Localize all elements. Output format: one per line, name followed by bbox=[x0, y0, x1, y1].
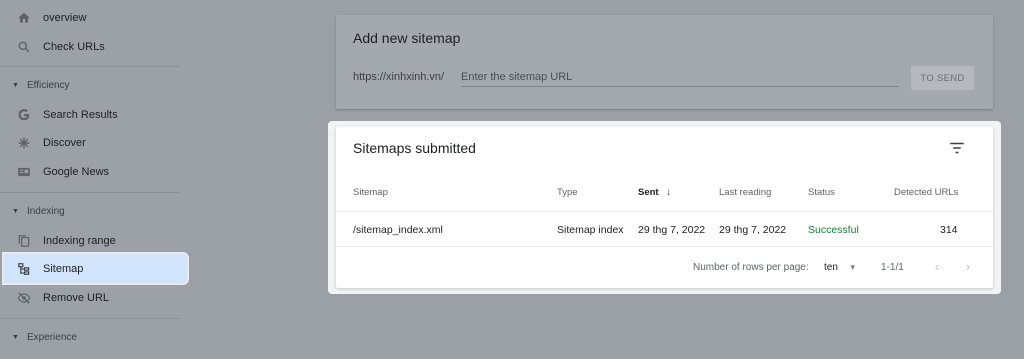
section-experience[interactable]: ▼ Experience bbox=[0, 323, 180, 351]
sitemap-icon bbox=[17, 262, 31, 276]
column-header-label: Sent bbox=[638, 187, 659, 198]
sidebar-item-label: Discover bbox=[43, 136, 86, 149]
column-header-sent[interactable]: Sent ↓ bbox=[638, 187, 671, 198]
sidebar-item-label: Google News bbox=[43, 165, 110, 178]
sidebar-divider bbox=[0, 192, 180, 193]
sidebar-item-overview[interactable]: overview bbox=[0, 3, 186, 32]
cell-sent: 29 thg 7, 2022 bbox=[638, 224, 706, 236]
section-efficiency[interactable]: ▼ Efficiency bbox=[0, 71, 180, 99]
sitemap-url-input[interactable] bbox=[461, 67, 899, 87]
eye-off-icon bbox=[17, 291, 31, 305]
sitemaps-submitted-card: Sitemaps submitted Sitemap Type Sent ↓ L… bbox=[336, 127, 993, 288]
caret-down-icon: ▼ bbox=[848, 263, 857, 272]
sidebar-item-label: Search Results bbox=[43, 108, 118, 121]
row-divider bbox=[336, 211, 993, 212]
caret-down-icon: ▼ bbox=[12, 207, 19, 215]
sidebar-item-sitemap[interactable]: Sitemap bbox=[4, 254, 187, 283]
sidebar-item-label: Check URLs bbox=[43, 40, 105, 53]
send-button[interactable]: TO SEND bbox=[911, 66, 974, 90]
rows-per-page-value: ten bbox=[824, 262, 838, 273]
section-label: Experience bbox=[26, 331, 77, 343]
sidebar-item-label: overview bbox=[43, 11, 87, 24]
google-g-icon bbox=[17, 108, 31, 122]
arrow-down-icon: ↓ bbox=[666, 187, 671, 198]
news-icon bbox=[17, 165, 31, 179]
cell-detected-urls: 314 bbox=[940, 224, 958, 236]
caret-down-icon: ▼ bbox=[12, 333, 19, 341]
sidebar-item-google-news[interactable]: Google News bbox=[0, 157, 186, 186]
rows-per-page-select[interactable]: ten ▼ bbox=[824, 262, 857, 273]
domain-prefix: https://xinhxinh.vn/ bbox=[353, 71, 445, 83]
prev-page-icon[interactable]: ‹ bbox=[930, 260, 944, 274]
sidebar: overview Check URLs ▼ Efficiency Search … bbox=[0, 0, 190, 359]
column-header-type[interactable]: Type bbox=[557, 187, 578, 198]
section-label: Efficiency bbox=[26, 79, 70, 91]
sidebar-item-label: Sitemap bbox=[43, 262, 84, 275]
column-header-sitemap[interactable]: Sitemap bbox=[353, 187, 388, 198]
next-page-icon[interactable]: › bbox=[961, 260, 975, 274]
section-label: Indexing bbox=[26, 205, 65, 217]
home-icon bbox=[17, 11, 31, 25]
cell-type: Sitemap index bbox=[557, 224, 624, 236]
cell-last-reading: 29 thg 7, 2022 bbox=[719, 224, 787, 236]
search-icon bbox=[17, 40, 31, 54]
sidebar-item-search-results[interactable]: Search Results bbox=[0, 100, 186, 129]
copy-pages-icon bbox=[17, 234, 31, 248]
sidebar-item-indexing-range[interactable]: Indexing range bbox=[0, 226, 186, 255]
sidebar-item-discover[interactable]: Discover bbox=[0, 128, 186, 157]
caret-down-icon: ▼ bbox=[12, 81, 19, 89]
rows-per-page-label: Number of rows per page: bbox=[693, 262, 809, 273]
row-divider bbox=[336, 246, 993, 247]
column-header-status[interactable]: Status bbox=[808, 187, 835, 198]
sidebar-item-check-urls[interactable]: Check URLs bbox=[0, 32, 186, 61]
sidebar-divider bbox=[0, 318, 180, 319]
sidebar-item-label: Indexing range bbox=[43, 234, 116, 247]
column-header-last-reading[interactable]: Last reading bbox=[719, 187, 771, 198]
column-header-detected-urls[interactable]: Detected URLs bbox=[894, 187, 958, 198]
add-sitemap-title: Add new sitemap bbox=[353, 30, 461, 46]
status-badge: Successful bbox=[808, 224, 859, 236]
sidebar-item-label: Remove URL bbox=[43, 291, 110, 304]
section-indexing[interactable]: ▼ Indexing bbox=[0, 197, 180, 225]
pagination-range: 1-1/1 bbox=[881, 262, 904, 273]
sidebar-item-remove-url[interactable]: Remove URL bbox=[0, 283, 186, 312]
add-sitemap-card: Add new sitemap https://xinhxinh.vn/ TO … bbox=[336, 15, 993, 109]
asterisk-icon bbox=[17, 136, 31, 150]
sitemaps-submitted-title: Sitemaps submitted bbox=[353, 140, 476, 156]
filter-icon[interactable] bbox=[948, 139, 966, 157]
cell-sitemap: /sitemap_index.xml bbox=[353, 224, 443, 236]
sidebar-divider bbox=[0, 66, 180, 67]
